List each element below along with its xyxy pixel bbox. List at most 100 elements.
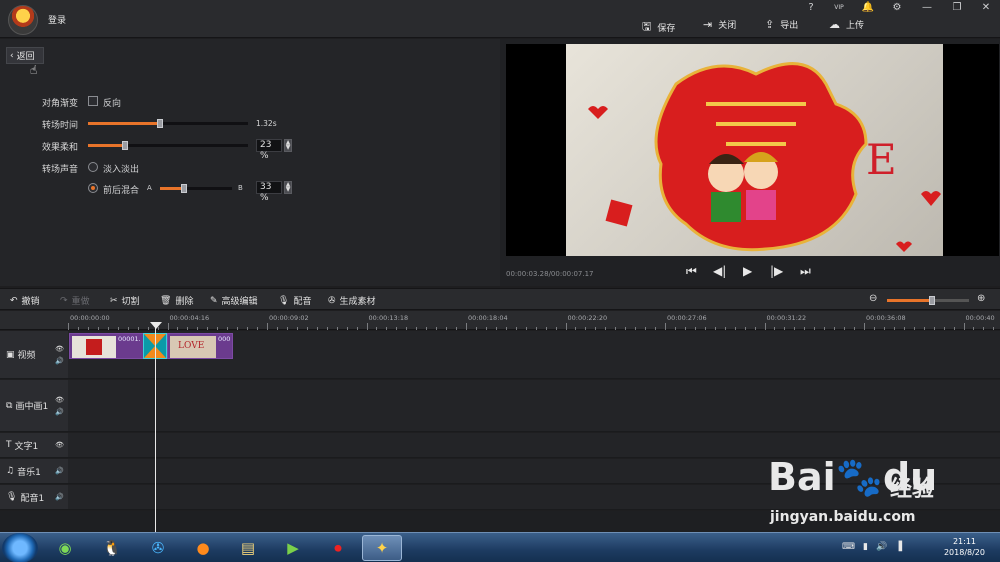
ruler-minor-tick	[784, 327, 786, 330]
save-button[interactable]: 🖫 保存	[642, 18, 675, 37]
ruler-minor-tick	[893, 327, 895, 330]
next-frame-button[interactable]: |▶	[770, 264, 783, 278]
softness-thumb[interactable]	[121, 141, 128, 150]
ruler-minor-tick	[873, 327, 875, 330]
start-button[interactable]	[2, 533, 38, 562]
export-button[interactable]: ⇪ 导出	[765, 18, 798, 31]
preview-timecode: 00:00:03.28/00:00:07.17	[506, 270, 594, 278]
zoom-thumb[interactable]	[929, 296, 936, 305]
mix-spinner[interactable]: ▲ ▼	[284, 181, 292, 194]
vip-icon[interactable]: VIP	[832, 4, 846, 11]
track-header-voice[interactable]: 🎙 配音1 🔊	[0, 485, 68, 510]
ruler-minor-tick	[257, 327, 259, 330]
speaker-icon[interactable]: 🔊	[55, 467, 64, 475]
track-header-music[interactable]: ♫ 音乐1 🔊	[0, 459, 68, 484]
mix-slider[interactable]	[160, 184, 232, 193]
save-icon: 🖫	[642, 20, 652, 33]
softness-spinner[interactable]: ▲ ▼	[284, 139, 292, 152]
ruler-minor-tick	[177, 327, 179, 330]
timeline-ruler[interactable]: 00:00:00:00 00:00:04:16 00:00:09:02 00:00:1…	[68, 311, 1000, 330]
taskbar-app-editor[interactable]: ✦	[362, 535, 402, 561]
help-button[interactable]: ?	[804, 2, 818, 13]
ruler-minor-tick	[316, 327, 318, 330]
softness-input[interactable]: 23 %	[256, 139, 282, 161]
duration-slider[interactable]	[88, 119, 248, 128]
mix-thumb[interactable]	[180, 184, 187, 193]
ruler-minor-tick	[555, 327, 557, 330]
film-reel-icon: ✇	[328, 295, 336, 306]
reverse-checkbox[interactable]	[88, 96, 98, 106]
track-header-pip[interactable]: ⧉ 画中画1 👁 🔊	[0, 380, 68, 432]
video-clip-1[interactable]: 00001.	[69, 333, 144, 359]
ruler-minor-tick	[674, 327, 676, 330]
chevron-left-icon: ‹	[10, 50, 14, 61]
speaker-icon[interactable]: 🔊	[55, 493, 64, 501]
taskbar-app-media[interactable]: ▶	[273, 535, 313, 561]
track-header-text[interactable]: T 文字1 👁	[0, 433, 68, 458]
wedding-decoration-image: E	[588, 62, 941, 252]
undo-button[interactable]: ↶ 撤销	[10, 294, 40, 308]
ruler-minor-tick	[296, 327, 298, 330]
cut-button[interactable]: ✂ 切割	[110, 294, 140, 308]
prev-frame-button[interactable]: ◀|	[713, 264, 726, 278]
upload-button[interactable]: ☁ 上传	[829, 18, 864, 31]
softness-slider[interactable]	[88, 141, 248, 150]
play-button[interactable]: ▶	[743, 264, 752, 278]
ruler-minor-tick	[605, 327, 607, 330]
advanced-edit-button[interactable]: ✎ 高级编辑	[210, 294, 258, 308]
dub-button[interactable]: 🎙 配音	[278, 294, 311, 308]
ruler-minor-tick	[515, 327, 517, 330]
bell-icon[interactable]: 🔔	[861, 2, 875, 13]
exit-icon: ⇥	[703, 18, 713, 31]
ruler-minor-tick	[804, 327, 806, 330]
taskbar-app-browser[interactable]: ◉	[45, 535, 85, 561]
title-bar: 登录 ? VIP 🔔 ⚙ — ❐ ✕ 🖫 保存 ⇥ 关闭 ⇪ 导出 ☁ 上传	[0, 0, 1000, 38]
playhead-line[interactable]	[155, 322, 156, 532]
zoom-in-icon[interactable]: ⊕	[977, 293, 985, 304]
tray-icons[interactable]: ⌨▮🔊▐	[842, 542, 910, 552]
duration-thumb[interactable]	[157, 119, 163, 128]
taskbar-app-player[interactable]: ✇	[138, 535, 178, 561]
ruler-minor-tick	[326, 327, 328, 330]
taskbar-app-recorder[interactable]: ⏺	[318, 535, 358, 561]
back-button[interactable]: ‹ 返回	[6, 47, 44, 64]
playhead-handle[interactable]	[150, 322, 162, 329]
login-link[interactable]: 登录	[48, 13, 66, 26]
ruler-minor-tick	[655, 327, 657, 330]
ruler-minor-tick	[535, 327, 537, 330]
video-icon: ▣	[6, 349, 15, 360]
zoom-slider[interactable]	[887, 296, 969, 305]
maximize-button[interactable]: ❐	[950, 2, 964, 13]
zoom-out-icon[interactable]: ⊖	[869, 293, 877, 304]
mix-radio[interactable]	[88, 183, 98, 193]
ruler-label: 00:00:04:16	[169, 314, 210, 322]
ruler-tick	[68, 323, 69, 330]
close-project-button[interactable]: ⇥ 关闭	[703, 18, 736, 31]
fade-radio[interactable]	[88, 162, 98, 172]
delete-button[interactable]: 🗑 删除	[160, 294, 193, 308]
eye-icon[interactable]: 👁	[55, 441, 64, 449]
video-clip-2[interactable]: LOVE 000	[167, 333, 233, 359]
preview-frame: E	[566, 44, 943, 256]
taskbar-app-firefox[interactable]: ●	[183, 535, 223, 561]
mix-input[interactable]: 33 %	[256, 181, 282, 203]
minimize-button[interactable]: —	[920, 2, 934, 13]
taskbar-app-explorer[interactable]: ▤	[228, 535, 268, 561]
fade-label: 淡入淡出	[103, 165, 140, 175]
ruler-minor-tick	[814, 327, 816, 330]
eye-icon[interactable]: 👁 🔊	[55, 394, 64, 418]
skip-start-button[interactable]: ⏮	[686, 264, 697, 279]
track-video[interactable]: 00001. LOVE 000	[68, 331, 1000, 379]
skip-end-button[interactable]: ⏭	[800, 264, 811, 279]
taskbar-app-qq[interactable]: 🐧	[92, 535, 132, 561]
ruler-minor-tick	[953, 327, 955, 330]
generate-button[interactable]: ✇ 生成素材	[328, 294, 376, 308]
eye-icon[interactable]: 👁 🔊	[55, 343, 64, 367]
ruler-minor-tick	[197, 327, 199, 330]
taskbar-clock[interactable]: 21:11 2018/8/20	[944, 536, 985, 558]
track-header-video[interactable]: ▣ 视频 👁 🔊	[0, 331, 68, 379]
close-button[interactable]: ✕	[979, 2, 993, 13]
redo-button[interactable]: ↷ 重做	[60, 294, 90, 308]
gear-icon[interactable]: ⚙	[890, 2, 904, 13]
track-pip[interactable]	[68, 380, 1000, 432]
